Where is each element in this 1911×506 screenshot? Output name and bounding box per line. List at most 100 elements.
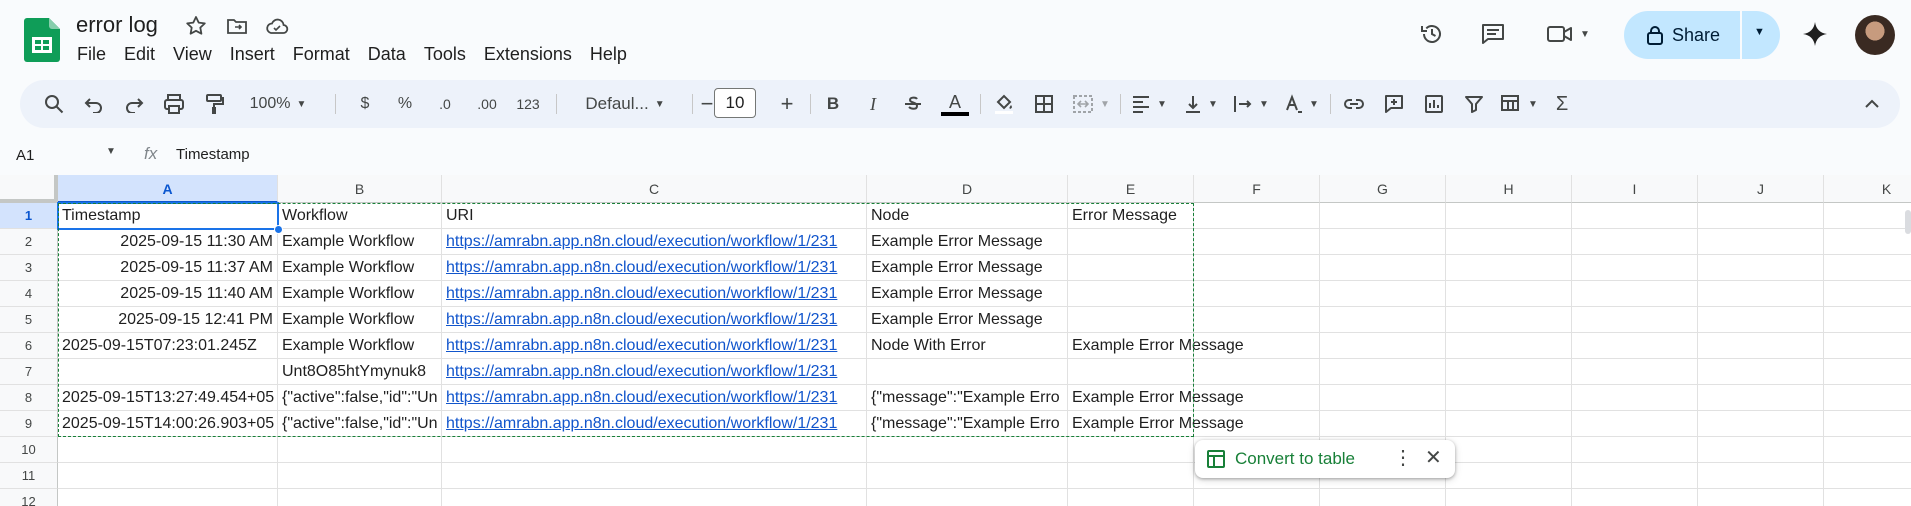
cell-h8[interactable] (1446, 385, 1572, 411)
version-history-icon[interactable] (1412, 14, 1452, 54)
share-button[interactable]: Share ▼ (1624, 11, 1780, 59)
cell-d4[interactable]: Example Error Message (867, 281, 1068, 307)
cell-c11[interactable] (442, 463, 867, 489)
cell-e2[interactable] (1068, 229, 1194, 255)
cell-d2[interactable]: Example Error Message (867, 229, 1068, 255)
cell-f8[interactable] (1194, 385, 1320, 411)
increase-decimal-button[interactable]: .00 (470, 88, 504, 120)
insert-chart-icon[interactable] (1418, 88, 1450, 120)
table-views-icon[interactable]: ▼ (1496, 88, 1542, 120)
cell-k7[interactable] (1824, 359, 1911, 385)
menu-edit[interactable]: Edit (115, 42, 164, 66)
font-select[interactable]: Defaul... ▼ (560, 88, 690, 120)
cell-a6[interactable]: 2025-09-15T07:23:01.245Z (58, 333, 278, 359)
cell-k11[interactable] (1824, 463, 1911, 489)
cell-j7[interactable] (1698, 359, 1824, 385)
currency-format-button[interactable]: $ (350, 88, 380, 120)
collapse-toolbar-icon[interactable] (1856, 88, 1888, 120)
cell-a8[interactable]: 2025-09-15T13:27:49.454+05 (58, 385, 278, 411)
cell-j9[interactable] (1698, 411, 1824, 437)
gemini-icon[interactable] (1795, 14, 1835, 54)
fill-color-icon[interactable] (988, 88, 1020, 120)
merge-cells-icon[interactable]: ▼ (1066, 88, 1116, 120)
cell-g12[interactable] (1320, 489, 1446, 506)
menu-help[interactable]: Help (581, 42, 636, 66)
cell-e11[interactable] (1068, 463, 1194, 489)
menu-data[interactable]: Data (359, 42, 415, 66)
cell-k8[interactable] (1824, 385, 1911, 411)
share-options-chevron-icon[interactable]: ▼ (1754, 26, 1765, 38)
cell-i6[interactable] (1572, 333, 1698, 359)
font-size-input[interactable]: 10 (714, 88, 756, 118)
cell-e3[interactable] (1068, 255, 1194, 281)
cell-b5[interactable]: Example Workflow (278, 307, 442, 333)
increase-font-size-icon[interactable]: + (772, 88, 802, 120)
cell-a5[interactable]: 2025-09-15 12:41 PM (58, 307, 278, 333)
cell-g1[interactable] (1320, 203, 1446, 229)
menu-format[interactable]: Format (284, 42, 359, 66)
cell-k5[interactable] (1824, 307, 1911, 333)
cell-j1[interactable] (1698, 203, 1824, 229)
column-header-f[interactable]: F (1194, 175, 1320, 203)
cell-g6[interactable] (1320, 333, 1446, 359)
cell-j11[interactable] (1698, 463, 1824, 489)
menu-file[interactable]: File (68, 42, 115, 66)
cell-a3[interactable]: 2025-09-15 11:37 AM (58, 255, 278, 281)
cell-c7[interactable]: https://amrabn.app.n8n.cloud/execution/w… (442, 359, 867, 385)
row-header-10[interactable]: 10 (0, 437, 58, 463)
move-folder-icon[interactable] (225, 14, 249, 38)
cell-b4[interactable]: Example Workflow (278, 281, 442, 307)
cell-b3[interactable]: Example Workflow (278, 255, 442, 281)
cell-a2[interactable]: 2025-09-15 11:30 AM (58, 229, 278, 255)
cell-h5[interactable] (1446, 307, 1572, 333)
cell-a1[interactable]: Timestamp (58, 203, 278, 229)
column-header-a[interactable]: A (58, 175, 278, 203)
italic-button[interactable]: I (858, 88, 888, 120)
cell-a7[interactable] (58, 359, 278, 385)
row-header-12[interactable]: 12 (0, 489, 58, 506)
cell-j6[interactable] (1698, 333, 1824, 359)
cell-g5[interactable] (1320, 307, 1446, 333)
cell-c9[interactable]: https://amrabn.app.n8n.cloud/execution/w… (442, 411, 867, 437)
text-color-button[interactable]: A (938, 88, 972, 120)
cell-f6[interactable] (1194, 333, 1320, 359)
avatar[interactable] (1855, 15, 1895, 55)
cell-k12[interactable] (1824, 489, 1911, 506)
cell-i4[interactable] (1572, 281, 1698, 307)
cell-g3[interactable] (1320, 255, 1446, 281)
row-header-11[interactable]: 11 (0, 463, 58, 489)
cell-e10[interactable] (1068, 437, 1194, 463)
functions-icon[interactable]: Σ (1546, 88, 1578, 120)
cell-f1[interactable] (1194, 203, 1320, 229)
cell-e12[interactable] (1068, 489, 1194, 506)
cell-i9[interactable] (1572, 411, 1698, 437)
column-header-h[interactable]: H (1446, 175, 1572, 203)
cell-h7[interactable] (1446, 359, 1572, 385)
cell-h11[interactable] (1446, 463, 1572, 489)
search-menus-icon[interactable] (38, 88, 70, 120)
close-icon[interactable]: ✕ (1425, 446, 1442, 470)
cell-d7[interactable] (867, 359, 1068, 385)
cell-f7[interactable] (1194, 359, 1320, 385)
cell-i2[interactable] (1572, 229, 1698, 255)
cell-k10[interactable] (1824, 437, 1911, 463)
row-header-9[interactable]: 9 (0, 411, 58, 437)
column-header-g[interactable]: G (1320, 175, 1446, 203)
cell-c8[interactable]: https://amrabn.app.n8n.cloud/execution/w… (442, 385, 867, 411)
cell-g8[interactable] (1320, 385, 1446, 411)
cell-d3[interactable]: Example Error Message (867, 255, 1068, 281)
column-header-c[interactable]: C (442, 175, 867, 203)
cell-b12[interactable] (278, 489, 442, 506)
print-icon[interactable] (158, 88, 190, 120)
cell-g9[interactable] (1320, 411, 1446, 437)
cell-b11[interactable] (278, 463, 442, 489)
cell-b1[interactable]: Workflow (278, 203, 442, 229)
meet-icon[interactable]: ▼ (1540, 14, 1596, 54)
cell-d10[interactable] (867, 437, 1068, 463)
row-header-2[interactable]: 2 (0, 229, 58, 255)
cell-k9[interactable] (1824, 411, 1911, 437)
text-rotation-icon[interactable]: ▼ (1278, 88, 1324, 120)
cell-c1[interactable]: URI (442, 203, 867, 229)
cell-i12[interactable] (1572, 489, 1698, 506)
cell-k3[interactable] (1824, 255, 1911, 281)
